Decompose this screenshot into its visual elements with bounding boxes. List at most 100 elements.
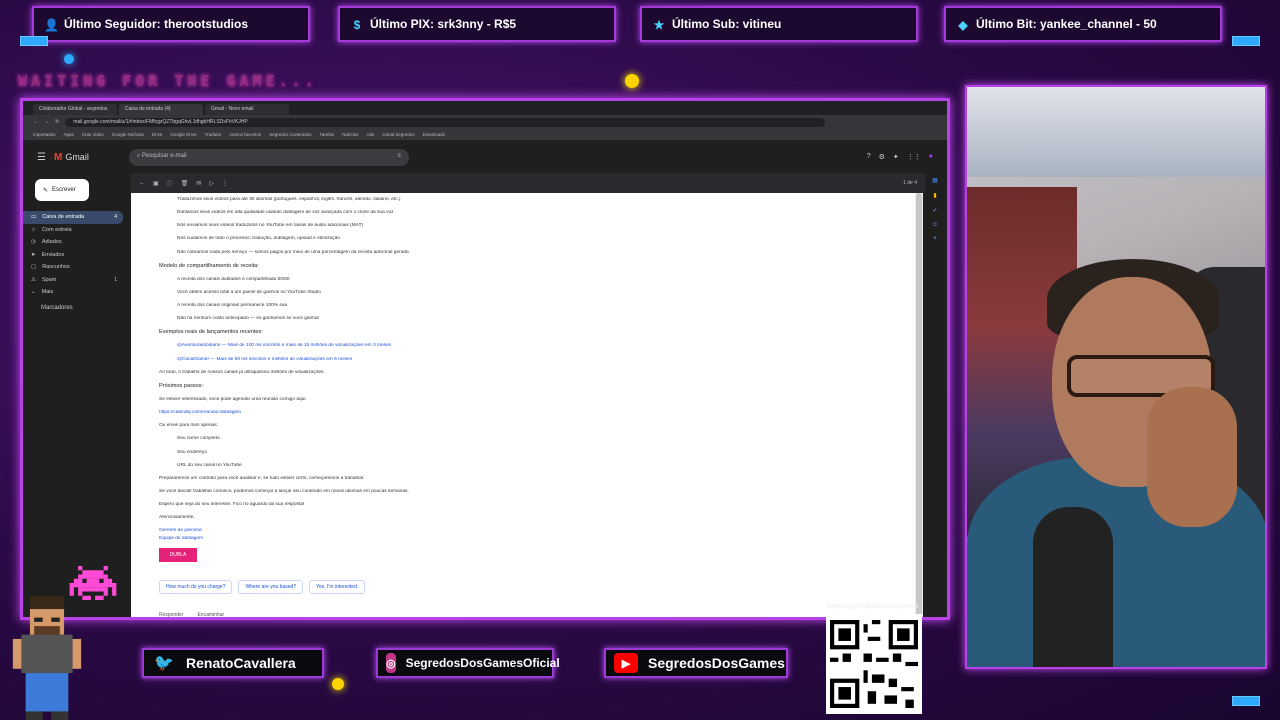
gmail-logo[interactable]: M Gmail bbox=[54, 152, 89, 163]
back-arrow-icon[interactable]: ← bbox=[139, 180, 145, 186]
bookmark[interactable]: Apps bbox=[64, 132, 74, 137]
message-line: Dublamos seus vídeos em alta qualidade u… bbox=[177, 210, 394, 216]
search-input[interactable]: ⌕ Pesquisar e-mail ≡ bbox=[128, 148, 409, 166]
qr-code-icon bbox=[830, 620, 918, 708]
label-icon[interactable]: ▷ bbox=[209, 180, 214, 187]
decor-tag bbox=[1232, 36, 1260, 46]
plus-icon[interactable]: + bbox=[933, 236, 937, 242]
message-actions: Responder Encaminhar bbox=[159, 612, 887, 617]
archive-icon[interactable]: ▣ bbox=[153, 180, 159, 187]
message-heading: Modelo de compartilhamento de receita: bbox=[159, 262, 259, 269]
streamer-hand bbox=[1147, 387, 1237, 527]
bookmark[interactable]: Tarefas bbox=[320, 132, 335, 137]
sidebar-item-starred[interactable]: ☆ Com estrela bbox=[23, 224, 123, 237]
bookmark[interactable]: Canal Segredos bbox=[382, 132, 414, 137]
follower-icon: 👤 bbox=[44, 18, 59, 32]
bookmark[interactable]: Notícias bbox=[342, 132, 358, 137]
message-toolbar: ← ▣ ⓘ 🗑 ✉ ▷ ⋮ 1 de 4 bbox=[131, 173, 925, 193]
smart-reply-chip[interactable]: Yes, I'm interested. bbox=[309, 579, 366, 594]
bookmark[interactable]: Outros favoritos bbox=[229, 132, 261, 137]
bookmark[interactable]: Tradutor bbox=[205, 132, 222, 137]
message-line[interactable]: @CanalGamer — Mais de 50 mil inscritos e… bbox=[159, 357, 887, 363]
sidebar-item-snoozed[interactable]: ◷ Adiados bbox=[23, 236, 123, 249]
message-line[interactable]: @Aventurasdodiario — Mais de 100 mil ins… bbox=[159, 343, 887, 349]
social-handle: RenatoCavallera bbox=[186, 655, 296, 671]
bookmark[interactable]: Drive bbox=[152, 132, 163, 137]
waiting-banner: WAITING FOR THE GAME... bbox=[18, 72, 318, 90]
bookmark[interactable]: Criar vídeo bbox=[82, 132, 104, 137]
forward-icon[interactable]: → bbox=[44, 119, 49, 125]
scrollbar-thumb[interactable] bbox=[916, 193, 922, 617]
smart-reply-chip[interactable]: Where are you based? bbox=[238, 579, 304, 594]
bookmark[interactable]: Downloads bbox=[423, 132, 445, 137]
contacts-icon[interactable]: ☺ bbox=[932, 222, 938, 228]
draft-icon: ▢ bbox=[31, 264, 37, 271]
reply-button[interactable]: Responder bbox=[159, 612, 183, 617]
star-icon: ★ bbox=[653, 18, 665, 32]
keep-icon[interactable]: ▮ bbox=[933, 192, 936, 199]
forward-button[interactable]: Encaminhar bbox=[197, 612, 224, 617]
browser-tabs: Colaborador Global - segredos Caixa de e… bbox=[23, 101, 947, 115]
bookmark[interactable]: Importados bbox=[33, 132, 56, 137]
chevron-down-icon: ⌄ bbox=[31, 289, 36, 296]
delete-icon[interactable]: 🗑 bbox=[181, 180, 189, 187]
sidebar-item-inbox[interactable]: ▭ Caixa de entrada 4 bbox=[23, 211, 123, 224]
tasks-icon[interactable]: ✓ bbox=[932, 207, 937, 214]
gmail-sidebar: ✎ Escrever ▭ Caixa de entrada 4 ☆ Com estre… bbox=[23, 173, 128, 617]
youtube-icon: ▶ bbox=[614, 653, 638, 673]
search-icon: ⌕ bbox=[136, 152, 141, 159]
signature-line: Gerente de parceria bbox=[159, 528, 202, 534]
browser-tab[interactable]: Gmail - Novo email bbox=[205, 104, 289, 115]
bookmark[interactable]: Segredos Conteúdos bbox=[269, 132, 311, 137]
message-line: Seu nome completo bbox=[177, 436, 220, 442]
gear-icon[interactable]: ⚙ bbox=[879, 153, 885, 161]
help-icon[interactable]: ? bbox=[867, 153, 871, 161]
back-icon[interactable]: ← bbox=[33, 119, 38, 125]
bookmark[interactable]: Ads bbox=[367, 132, 375, 137]
sidebar-item-sent[interactable]: ➤ Enviados bbox=[23, 249, 123, 262]
twitter-icon: 🐦 bbox=[154, 655, 174, 672]
avatar[interactable]: ● bbox=[929, 153, 933, 161]
smart-reply-chip[interactable]: How much do you charge? bbox=[159, 579, 233, 594]
decor-dot bbox=[332, 678, 344, 690]
social-youtube: ▶ SegredosDosGames bbox=[604, 648, 788, 678]
message-line[interactable]: https://calendly.com/reuniao-dublagem bbox=[159, 410, 887, 416]
bookmark[interactable]: Google Notícias bbox=[112, 132, 144, 137]
alert-label: Último Seguidor: therootstudios bbox=[64, 17, 248, 31]
alert-last-pix: $ Último PIX: srk3nny - R$5 bbox=[338, 6, 616, 42]
mail-icon[interactable]: ✉ bbox=[196, 180, 201, 187]
calendar-icon[interactable]: ▦ bbox=[932, 177, 938, 184]
browser-tab[interactable]: Colaborador Global - segredos bbox=[33, 104, 117, 115]
microphone bbox=[1033, 507, 1113, 667]
gmail-header: ☰ M Gmail ⌕ Pesquisar e-mail ≡ ? ⚙ ✦ ⋮⋮ ● bbox=[23, 141, 947, 173]
scrollbar[interactable] bbox=[915, 193, 923, 617]
more-icon[interactable]: ⋮ bbox=[222, 180, 228, 187]
signature-line: Equipe de dublagem bbox=[159, 536, 204, 542]
qr-code[interactable] bbox=[826, 614, 922, 714]
apps-icon[interactable]: ⋮⋮ bbox=[907, 153, 921, 161]
message-line: Se você decidir trabalhar conosco, podem… bbox=[159, 488, 409, 494]
message-line: Nós enviamos seus vídeos traduzidos no Y… bbox=[177, 223, 364, 229]
sidebar-item-more[interactable]: ⌄ Mais bbox=[23, 286, 123, 299]
report-icon[interactable]: ⓘ bbox=[167, 179, 173, 188]
message-body: Traduzimos seus vídeos para até 30 idiom… bbox=[131, 193, 915, 617]
message-line: Traduzimos seus vídeos para até 30 idiom… bbox=[177, 197, 401, 202]
inbox-icon: ▭ bbox=[31, 214, 37, 221]
pencil-icon: ✎ bbox=[43, 187, 49, 194]
browser-tab[interactable]: Caixa de entrada (4) bbox=[119, 104, 203, 115]
message-line: A receita dos canais originais permanece… bbox=[177, 303, 288, 309]
filter-icon[interactable]: ≡ bbox=[397, 153, 401, 162]
decor-dot bbox=[625, 74, 639, 88]
alert-label: Último PIX: srk3nny - R$5 bbox=[370, 17, 517, 31]
compose-button[interactable]: ✎ Escrever bbox=[35, 179, 89, 201]
bookmark[interactable]: Google Drive bbox=[170, 132, 196, 137]
sparkle-icon[interactable]: ✦ bbox=[893, 153, 899, 161]
webcam-feed bbox=[965, 85, 1267, 669]
sidebar-item-spam[interactable]: ⚠ Spam 1 bbox=[23, 274, 123, 287]
warning-icon: ⚠ bbox=[31, 276, 36, 283]
reload-icon[interactable]: ↻ bbox=[55, 119, 59, 125]
address-bar[interactable]: mail.google.com/mail/u/1/#inbox/FMfcgzQZ… bbox=[65, 117, 826, 127]
sidebar-item-drafts[interactable]: ▢ Rascunhos bbox=[23, 261, 123, 274]
alert-last-sub: ★ Último Sub: vitineu bbox=[640, 6, 918, 42]
menu-icon[interactable]: ☰ bbox=[37, 152, 46, 163]
